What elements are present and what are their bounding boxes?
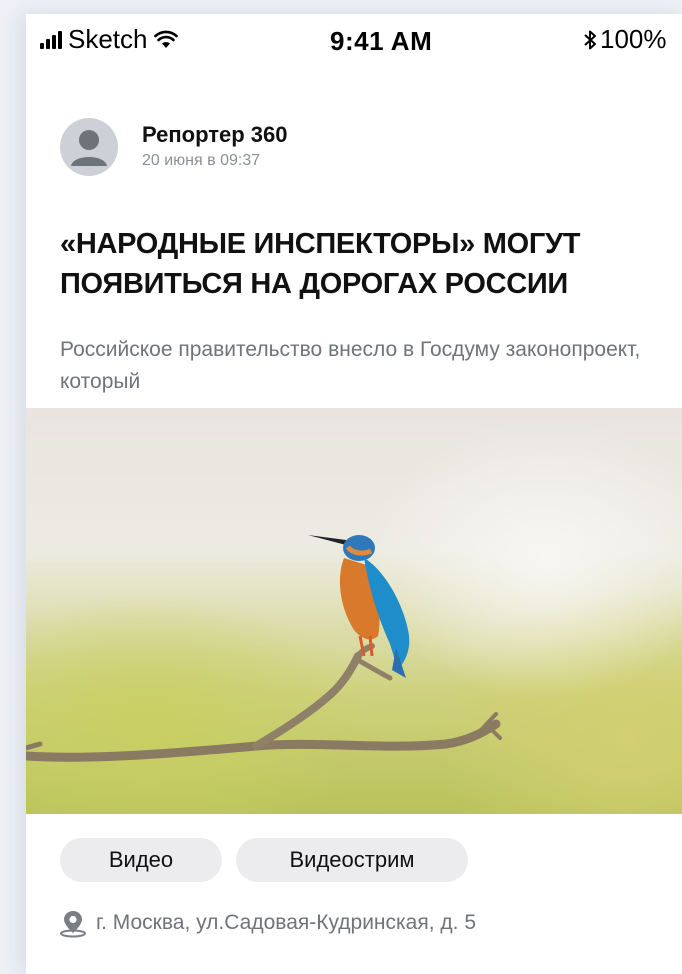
avatar[interactable] — [60, 118, 118, 176]
headline-line: ПОЯВИТЬСЯ НА ДОРОГАХ РОССИИ — [60, 268, 568, 300]
phone-screen: Sketch 9:41 AM 100% Репортер 360 20 июня… — [26, 14, 682, 974]
carrier-label: Sketch — [68, 24, 148, 54]
wifi-icon — [153, 30, 178, 48]
status-left: Sketch — [40, 24, 178, 55]
article-photo[interactable] — [26, 408, 682, 814]
status-right: 100% — [582, 24, 667, 55]
status-bar: Sketch 9:41 AM 100% — [26, 14, 682, 66]
author-info: Репортер 360 20 июня в 09:37 — [142, 122, 288, 170]
author-block[interactable]: Репортер 360 20 июня в 09:37 — [60, 118, 288, 176]
article-lead: Российское правительство внесло в Госдум… — [60, 338, 641, 393]
location-row[interactable]: г. Москва, ул.Садовая-Кудринская, д. 5 — [58, 908, 476, 938]
signal-icon — [40, 30, 62, 49]
location-pin-icon — [60, 911, 86, 938]
tag-list: Видео Видеострим — [60, 838, 468, 882]
user-icon — [71, 130, 107, 166]
tag-videostream[interactable]: Видеострим — [236, 838, 468, 882]
tag-video[interactable]: Видео — [60, 838, 222, 882]
kingfisher-photo — [26, 535, 502, 762]
location-address: г. Москва, ул.Садовая-Кудринская, д. 5 — [96, 911, 476, 934]
headline-line: «НАРОДНЫЕ ИНСПЕКТОРЫ» МОГУТ — [60, 228, 581, 260]
bluetooth-icon — [584, 30, 596, 49]
article-headline[interactable]: «НАРОДНЫЕ ИНСПЕКТОРЫ» МОГУТ ПОЯВИТЬСЯ НА… — [60, 224, 682, 304]
status-time: 9:41 AM — [330, 26, 433, 56]
author-name[interactable]: Репортер 360 — [142, 122, 288, 148]
publish-date: 20 июня в 09:37 — [142, 152, 261, 169]
battery-label: 100% — [600, 24, 667, 54]
